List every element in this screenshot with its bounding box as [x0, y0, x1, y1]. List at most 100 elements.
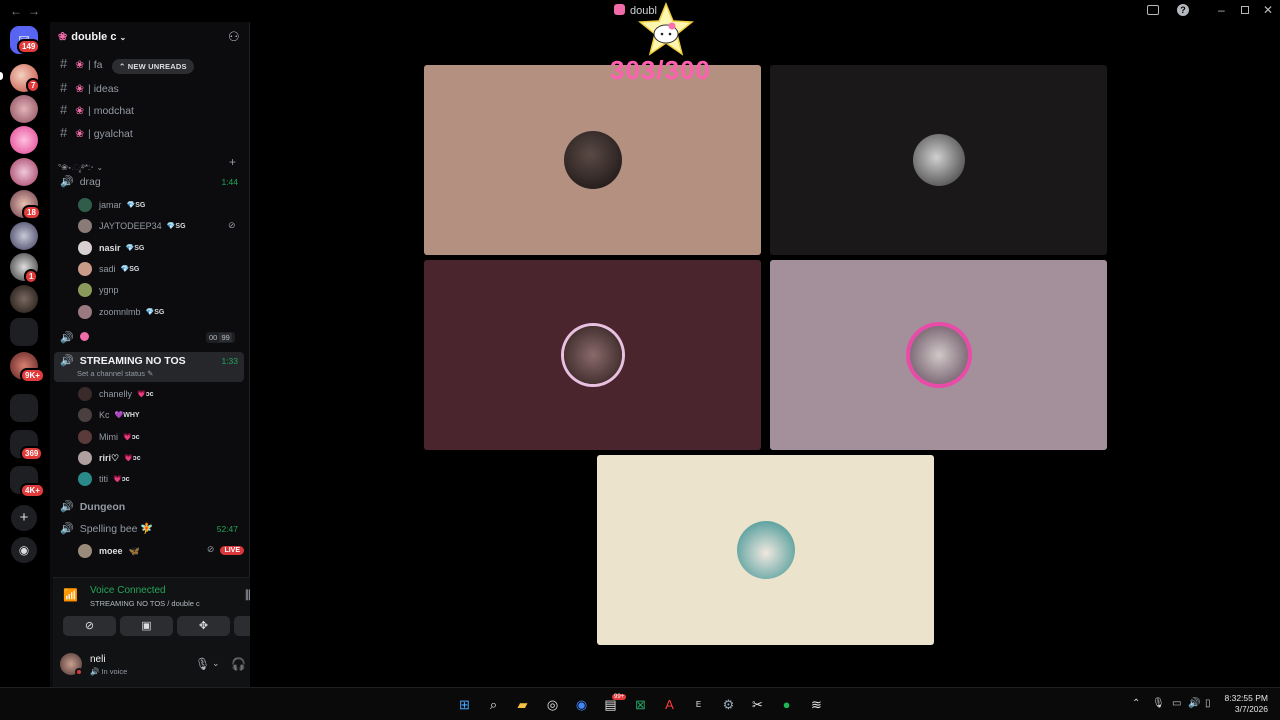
voice-status: Voice Connected — [90, 585, 166, 596]
spotify-icon[interactable]: ● — [778, 696, 795, 713]
server-folder-icon[interactable] — [10, 318, 38, 346]
server-icon[interactable] — [10, 285, 38, 313]
voice-channel-spelling-bee[interactable]: 🔊 Spelling bee 🧚 52:47 — [60, 522, 240, 535]
voice-member[interactable]: sadi 💎SG — [78, 262, 139, 276]
voice-member[interactable]: JAYTODEEP34 💎SG — [78, 219, 186, 233]
video-tile[interactable] — [424, 65, 761, 255]
tray-chevron-icon[interactable]: ⌃ — [1132, 698, 1140, 709]
member-tag: 💎SG — [145, 309, 165, 316]
windows-start-icon[interactable]: ⊞ — [456, 696, 473, 713]
maximize-icon[interactable] — [1241, 6, 1249, 14]
invite-members-icon[interactable]: ⚇ — [228, 29, 240, 45]
server-badge: 18 — [22, 205, 41, 220]
hash-icon: # — [60, 56, 68, 71]
voice-member[interactable]: zoomnlmb 💎SG — [78, 305, 164, 319]
tray-volume-icon[interactable]: 🔊 — [1188, 698, 1200, 709]
voice-member[interactable]: Kc 💜WHY — [78, 408, 140, 422]
share-screen-button[interactable]: ▣ — [120, 616, 173, 636]
app-icon[interactable]: ◎ — [544, 696, 561, 713]
back-arrow-icon[interactable]: ← — [10, 4, 22, 18]
channel-modchat[interactable]: # ❀ | modchat — [60, 102, 134, 117]
help-icon[interactable]: ? — [1177, 4, 1189, 16]
channel-label: | gyalchat — [88, 128, 133, 140]
signal-icon[interactable]: 📶 — [63, 588, 78, 602]
create-channel-icon[interactable]: + — [229, 155, 236, 169]
channel-ideas[interactable]: # ❀ | ideas — [60, 80, 119, 95]
voice-channel-name: Spelling bee — [79, 523, 138, 535]
voice-member[interactable]: moee 🦋 ⊘ LIVE — [78, 544, 244, 558]
video-tile[interactable] — [770, 65, 1107, 255]
tray-battery-icon[interactable]: ▯ — [1205, 698, 1211, 709]
tray-mic-icon[interactable]: 🎙 — [1152, 698, 1165, 709]
member-tag: 💎SG — [126, 202, 146, 209]
member-name: sadi — [99, 264, 116, 274]
camera-button[interactable]: ⊘ — [63, 616, 116, 636]
adobe-icon[interactable]: A — [661, 696, 678, 713]
participant-avatar — [736, 521, 795, 579]
avatar — [78, 219, 92, 233]
capcut-alt-icon[interactable]: ≋ — [808, 696, 825, 713]
headphones-icon[interactable]: 🎧 — [231, 657, 246, 671]
voice-channel-drag[interactable]: 🔊 drag 1:44 — [60, 175, 240, 188]
voice-member[interactable]: titi 💗ɔc — [78, 472, 130, 486]
channel-status[interactable]: Set a channel status ✎ — [77, 369, 153, 378]
microphone-icon[interactable]: 🎙 — [195, 657, 210, 671]
discover-compass-icon[interactable]: ◉ — [11, 537, 37, 563]
activities-icon: ✥ — [198, 620, 209, 632]
epic-games-icon[interactable]: E — [690, 696, 707, 713]
channel-fa[interactable]: # ❀ | fa — [60, 56, 102, 71]
add-server-icon[interactable]: + — [11, 505, 37, 531]
tray-display-icon[interactable]: ▭ — [1172, 698, 1181, 709]
hello-kitty-star-sticker — [637, 2, 695, 56]
server-icon[interactable] — [10, 158, 38, 186]
minimize-icon[interactable]: – — [1218, 3, 1225, 17]
participant-avatar — [563, 131, 622, 189]
chrome-icon[interactable]: ◉ — [573, 696, 590, 713]
clock[interactable]: 8:32:55 PM 3/7/2026 — [1220, 693, 1268, 715]
server-icon[interactable] — [10, 222, 38, 250]
server-icon[interactable] — [10, 95, 38, 123]
excel-icon[interactable]: ⊠ — [632, 696, 649, 713]
voice-member[interactable]: ygnp — [78, 283, 119, 297]
server-icon[interactable] — [10, 126, 38, 154]
file-explorer-icon[interactable]: ▰ — [514, 696, 531, 713]
inbox-icon[interactable] — [1147, 5, 1159, 15]
server-header[interactable]: ❀ double c ⌄ — [58, 30, 126, 43]
video-tile[interactable] — [770, 260, 1107, 450]
voice-member[interactable]: jamar 💎SG — [78, 198, 145, 212]
screen-share-icon: ▣ — [141, 620, 152, 632]
taskbar: ⊞ ⌕ ▰ ◎ ◉ ▤ 99+ ⊠ A E ⚙ ✂ ● ≋ ⌃ 🎙 ▭ 🔊 ▯ … — [0, 687, 1280, 720]
voice-channel-dungeon[interactable]: 🔊 Dungeon — [60, 500, 125, 513]
search-icon[interactable]: ⌕ — [485, 696, 502, 713]
capcut-icon[interactable]: ✂ — [749, 696, 766, 713]
voice-channel-pink[interactable]: 🔊 00 99 — [60, 331, 240, 344]
server-folder-icon[interactable] — [10, 394, 38, 422]
deafened-icon: ⊘ — [206, 544, 215, 554]
settings-gear-icon[interactable]: ⚙ — [720, 696, 737, 713]
member-name: ygnp — [99, 285, 119, 295]
clock-date: 3/7/2026 — [1234, 704, 1268, 714]
voice-member[interactable]: Mimi 💗ɔc — [78, 430, 140, 444]
participant-avatar — [909, 326, 968, 384]
user-name[interactable]: neli — [90, 654, 106, 665]
voice-member[interactable]: nasir 💎SG — [78, 241, 144, 255]
video-tile[interactable] — [597, 455, 934, 645]
avatar — [78, 198, 92, 212]
close-icon[interactable]: ✕ — [1263, 3, 1273, 17]
voice-member[interactable]: chanelly 💗ɔc — [78, 387, 154, 401]
voice-channel-streaming-label[interactable]: 🔊 STREAMING NO TOS 1:33 — [60, 354, 240, 367]
member-tag: 💎SG — [125, 245, 145, 252]
voice-location[interactable]: STREAMING NO TOS / double c — [90, 599, 200, 608]
new-unreads-pill[interactable]: ⌃ NEW UNREADS — [112, 59, 194, 74]
tag-label: WHY — [123, 412, 140, 419]
member-name: JAYTODEEP34 — [99, 221, 162, 231]
forward-arrow-icon[interactable]: → — [28, 4, 40, 18]
voice-member[interactable]: riri♡ 💗ɔc — [78, 451, 141, 465]
channel-gyalchat[interactable]: # ❀ | gyalchat — [60, 125, 133, 140]
chevron-down-icon[interactable]: ⌄ — [212, 658, 220, 669]
chevron-down-icon: ⌄ — [119, 33, 127, 42]
activities-button[interactable]: ✥ — [177, 616, 230, 636]
member-name: riri♡ — [99, 452, 120, 463]
video-tile[interactable] — [424, 260, 761, 450]
user-status: In voice — [101, 667, 128, 676]
